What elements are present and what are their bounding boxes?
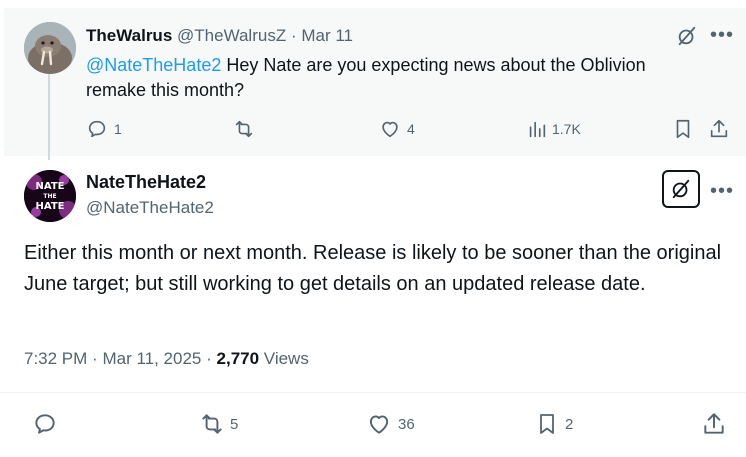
parent-like-button[interactable]: 4 [379, 118, 415, 140]
parent-tweet-text: @NateTheHate2 Hey Nate are you expecting… [86, 53, 696, 103]
parent-handle[interactable]: @TheWalrusZ [177, 26, 286, 45]
main-grok-button[interactable] [662, 170, 700, 208]
views-chart-icon [529, 121, 546, 138]
main-author-name[interactable]: NateTheHate2 [86, 172, 206, 193]
parent-more-button[interactable]: ••• [710, 24, 734, 47]
heart-icon [382, 121, 398, 138]
main-bookmark-count: 2 [565, 415, 574, 433]
main-views-label: Views [263, 349, 309, 368]
parent-date[interactable]: Mar 11 [301, 26, 353, 45]
main-bookmark-button[interactable]: 2 [535, 411, 573, 437]
heart-icon [369, 415, 389, 434]
main-reply-button[interactable] [32, 411, 58, 437]
bookmark-icon [540, 414, 554, 434]
parent-separator: · [290, 26, 297, 45]
natethehate-avatar-image: NATE THE HATE [24, 170, 76, 222]
grok-icon [678, 26, 696, 46]
main-views-count: 2,770 [216, 349, 260, 368]
share-icon [704, 413, 724, 434]
parent-mention-link[interactable]: @NateTheHate2 [86, 55, 221, 75]
main-tweet-date[interactable]: Mar 11, 2025 [102, 349, 201, 368]
meta-separator: · [206, 349, 212, 368]
parent-reply-button[interactable]: 1 [86, 118, 122, 140]
avatar-text-nate: NATE [36, 181, 65, 192]
parent-header: TheWalrus @TheWalrusZ · Mar 11 [86, 26, 353, 46]
reply-icon [35, 414, 55, 434]
parent-views-button[interactable]: 1.7K [526, 118, 581, 140]
parent-grok-button[interactable] [676, 25, 698, 47]
main-tweet-text: Either this month or next month. Release… [24, 242, 722, 295]
main-like-button[interactable]: 36 [366, 411, 415, 437]
share-icon [710, 119, 728, 138]
meta-separator: · [92, 349, 98, 368]
main-repost-button[interactable]: 5 [198, 411, 238, 437]
reply-icon [88, 120, 106, 138]
avatar-text-the: THE [43, 193, 56, 200]
more-icon: ••• [710, 180, 735, 202]
repost-icon [202, 414, 222, 434]
main-share-button[interactable] [701, 411, 727, 437]
parent-share-button[interactable] [708, 118, 730, 140]
parent-author-name[interactable]: TheWalrus [86, 26, 172, 45]
main-repost-count: 5 [230, 415, 239, 433]
main-tweet-time[interactable]: 7:32 PM [24, 349, 87, 368]
main-handle[interactable]: @NateTheHate2 [86, 198, 214, 218]
grok-icon [672, 179, 690, 199]
thread-connector-line [48, 70, 50, 160]
walrus-avatar-image [24, 22, 76, 74]
parent-repost-button[interactable] [232, 118, 256, 140]
main-more-button[interactable]: ••• [710, 180, 734, 203]
action-bar-divider [0, 392, 746, 393]
parent-reply-count: 1 [114, 121, 122, 137]
bookmark-icon [676, 119, 690, 139]
avatar-text-hate: HATE [36, 201, 65, 212]
main-tweet-meta: 7:32 PM · Mar 11, 2025 · 2,770 Views [24, 349, 309, 369]
parent-like-count: 4 [407, 121, 415, 137]
more-icon: ••• [710, 24, 735, 46]
main-like-count: 36 [398, 415, 415, 433]
parent-bookmark-button[interactable] [672, 118, 694, 140]
main-avatar[interactable]: NATE THE HATE [24, 170, 76, 222]
parent-views-count: 1.7K [552, 121, 581, 137]
repost-icon [235, 120, 253, 138]
parent-avatar[interactable] [24, 22, 76, 74]
